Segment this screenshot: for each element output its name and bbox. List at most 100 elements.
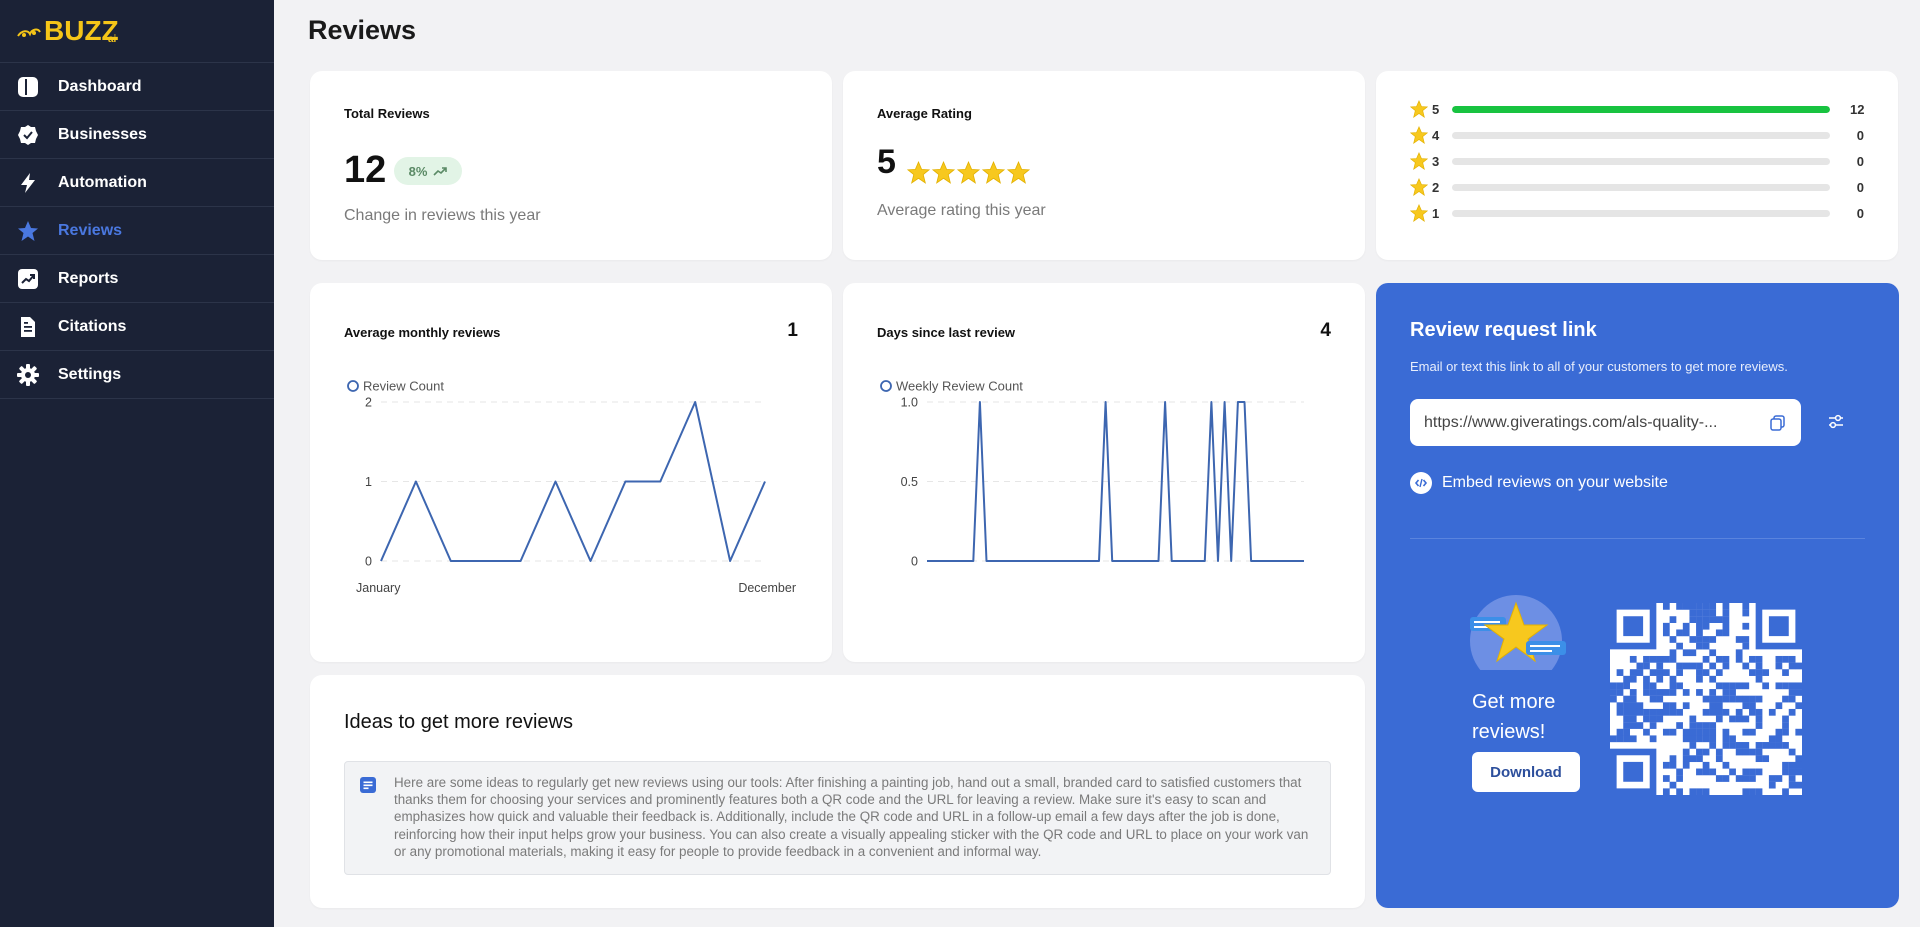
qr-module <box>1788 689 1796 696</box>
sidebar-item-automation[interactable]: Automation <box>0 159 274 207</box>
days-since-last-review-card: Days since last review 4 Weekly Review C… <box>843 283 1365 662</box>
legend-marker <box>880 380 892 392</box>
qr-module <box>1795 702 1802 710</box>
qr-module <box>1662 728 1670 736</box>
qr-module <box>1749 708 1756 716</box>
qr-module <box>1656 715 1664 723</box>
qr-module <box>1689 755 1697 763</box>
sidebar-item-businesses[interactable]: Businesses <box>0 111 274 159</box>
qr-module <box>1709 603 1717 610</box>
ideas-title: Ideas to get more reviews <box>344 711 573 733</box>
review-link-url[interactable]: https://www.giveratings.com/als-quality-… <box>1424 414 1769 432</box>
rating-bar-track <box>1452 131 1830 139</box>
download-button[interactable]: Download <box>1472 752 1580 792</box>
qr-module <box>1689 788 1697 795</box>
qr-module <box>1662 708 1670 716</box>
review-link-field[interactable]: https://www.giveratings.com/als-quality-… <box>1410 399 1801 446</box>
qr-module <box>1682 689 1690 696</box>
sidebar-item-citations[interactable]: Citations <box>0 303 274 351</box>
qr-module <box>1762 682 1770 690</box>
sidebar: BUZZ ai Dashboard Businesses Automation Rev… <box>0 0 274 927</box>
card-title: Days since last review <box>877 325 1016 340</box>
qr-module <box>1742 695 1750 703</box>
qr-module <box>1775 742 1783 749</box>
star-icon <box>1410 152 1428 170</box>
qr-module <box>1722 735 1730 743</box>
x-tick-label: December <box>738 581 796 595</box>
qr-module <box>1782 722 1789 729</box>
qr-module <box>1795 728 1802 736</box>
qr-module <box>1669 755 1677 763</box>
sidebar-item-dashboard[interactable]: Dashboard <box>0 63 274 111</box>
qr-module <box>1623 675 1630 683</box>
qr-module <box>1676 642 1683 650</box>
qr-module <box>1782 695 1789 703</box>
qr-module <box>1702 761 1710 769</box>
sliders-icon[interactable] <box>1827 413 1845 431</box>
qr-module <box>1755 715 1763 723</box>
qr-module <box>1610 735 1617 743</box>
qr-module <box>1742 609 1750 617</box>
qr-module <box>1662 629 1670 637</box>
qr-module <box>1702 728 1710 736</box>
qr-module <box>1649 695 1657 703</box>
y-tick-label: 0 <box>365 555 372 569</box>
qr-module <box>1722 682 1730 690</box>
qr-module <box>1643 708 1650 716</box>
qr-module <box>1722 655 1730 663</box>
qr-module <box>1755 695 1763 703</box>
qr-module <box>1676 722 1683 729</box>
qr-module <box>1696 629 1703 637</box>
qr-module <box>1709 708 1717 716</box>
qr-module <box>1629 669 1637 676</box>
qr-module <box>1715 748 1723 756</box>
sidebar-item-settings[interactable]: Settings <box>0 351 274 399</box>
y-tick-label: 2 <box>365 396 372 410</box>
rating-stars <box>907 161 1030 184</box>
qr-module <box>1676 603 1683 610</box>
legend-label: Weekly Review Count <box>896 379 1023 394</box>
legend-label: Review Count <box>363 379 444 394</box>
qr-module <box>1755 742 1763 749</box>
rating-stars-label: 3 <box>1432 153 1440 169</box>
qr-module <box>1643 655 1650 663</box>
qr-module <box>1709 636 1717 643</box>
qr-module <box>1722 728 1730 736</box>
average-rating-subtitle: Average rating this year <box>877 202 1046 219</box>
qr-module <box>1768 742 1776 749</box>
qr-module <box>1709 735 1717 743</box>
qr-module <box>1696 622 1703 630</box>
embed-reviews-link[interactable]: Embed reviews on your website <box>1410 472 1668 494</box>
sidebar-item-reviews[interactable]: Reviews <box>0 207 274 255</box>
qr-module <box>1676 775 1683 782</box>
qr-module <box>1689 649 1697 657</box>
qr-module <box>1715 775 1723 782</box>
qr-module <box>1702 748 1710 756</box>
change-badge: 8% <box>394 157 462 185</box>
qr-module <box>1669 636 1677 643</box>
qr-module <box>1676 682 1683 690</box>
qr-module <box>1722 603 1730 610</box>
logo[interactable]: BUZZ ai <box>0 0 274 63</box>
qr-module <box>1749 655 1756 663</box>
review-request-title: Review request link <box>1410 319 1597 341</box>
qr-module <box>1715 695 1723 703</box>
qr-module <box>1722 609 1730 617</box>
gear-icon <box>17 363 39 386</box>
sidebar-item-reports[interactable]: Reports <box>0 255 274 303</box>
qr-module <box>1669 708 1677 716</box>
qr-module <box>1662 775 1670 782</box>
qr-module <box>1742 622 1750 630</box>
qr-module <box>1782 761 1789 769</box>
average-rating-value: 5 <box>877 143 896 181</box>
qr-module <box>1702 768 1710 776</box>
qr-module <box>1689 636 1697 643</box>
qr-module <box>1682 649 1690 657</box>
qr-module <box>1762 755 1770 763</box>
qr-module <box>1722 616 1730 623</box>
qr-module <box>1749 788 1756 795</box>
copy-icon[interactable] <box>1769 414 1787 432</box>
qr-code-icon[interactable] <box>1610 603 1802 795</box>
qr-module <box>1636 708 1644 716</box>
qr-module <box>1669 781 1677 789</box>
